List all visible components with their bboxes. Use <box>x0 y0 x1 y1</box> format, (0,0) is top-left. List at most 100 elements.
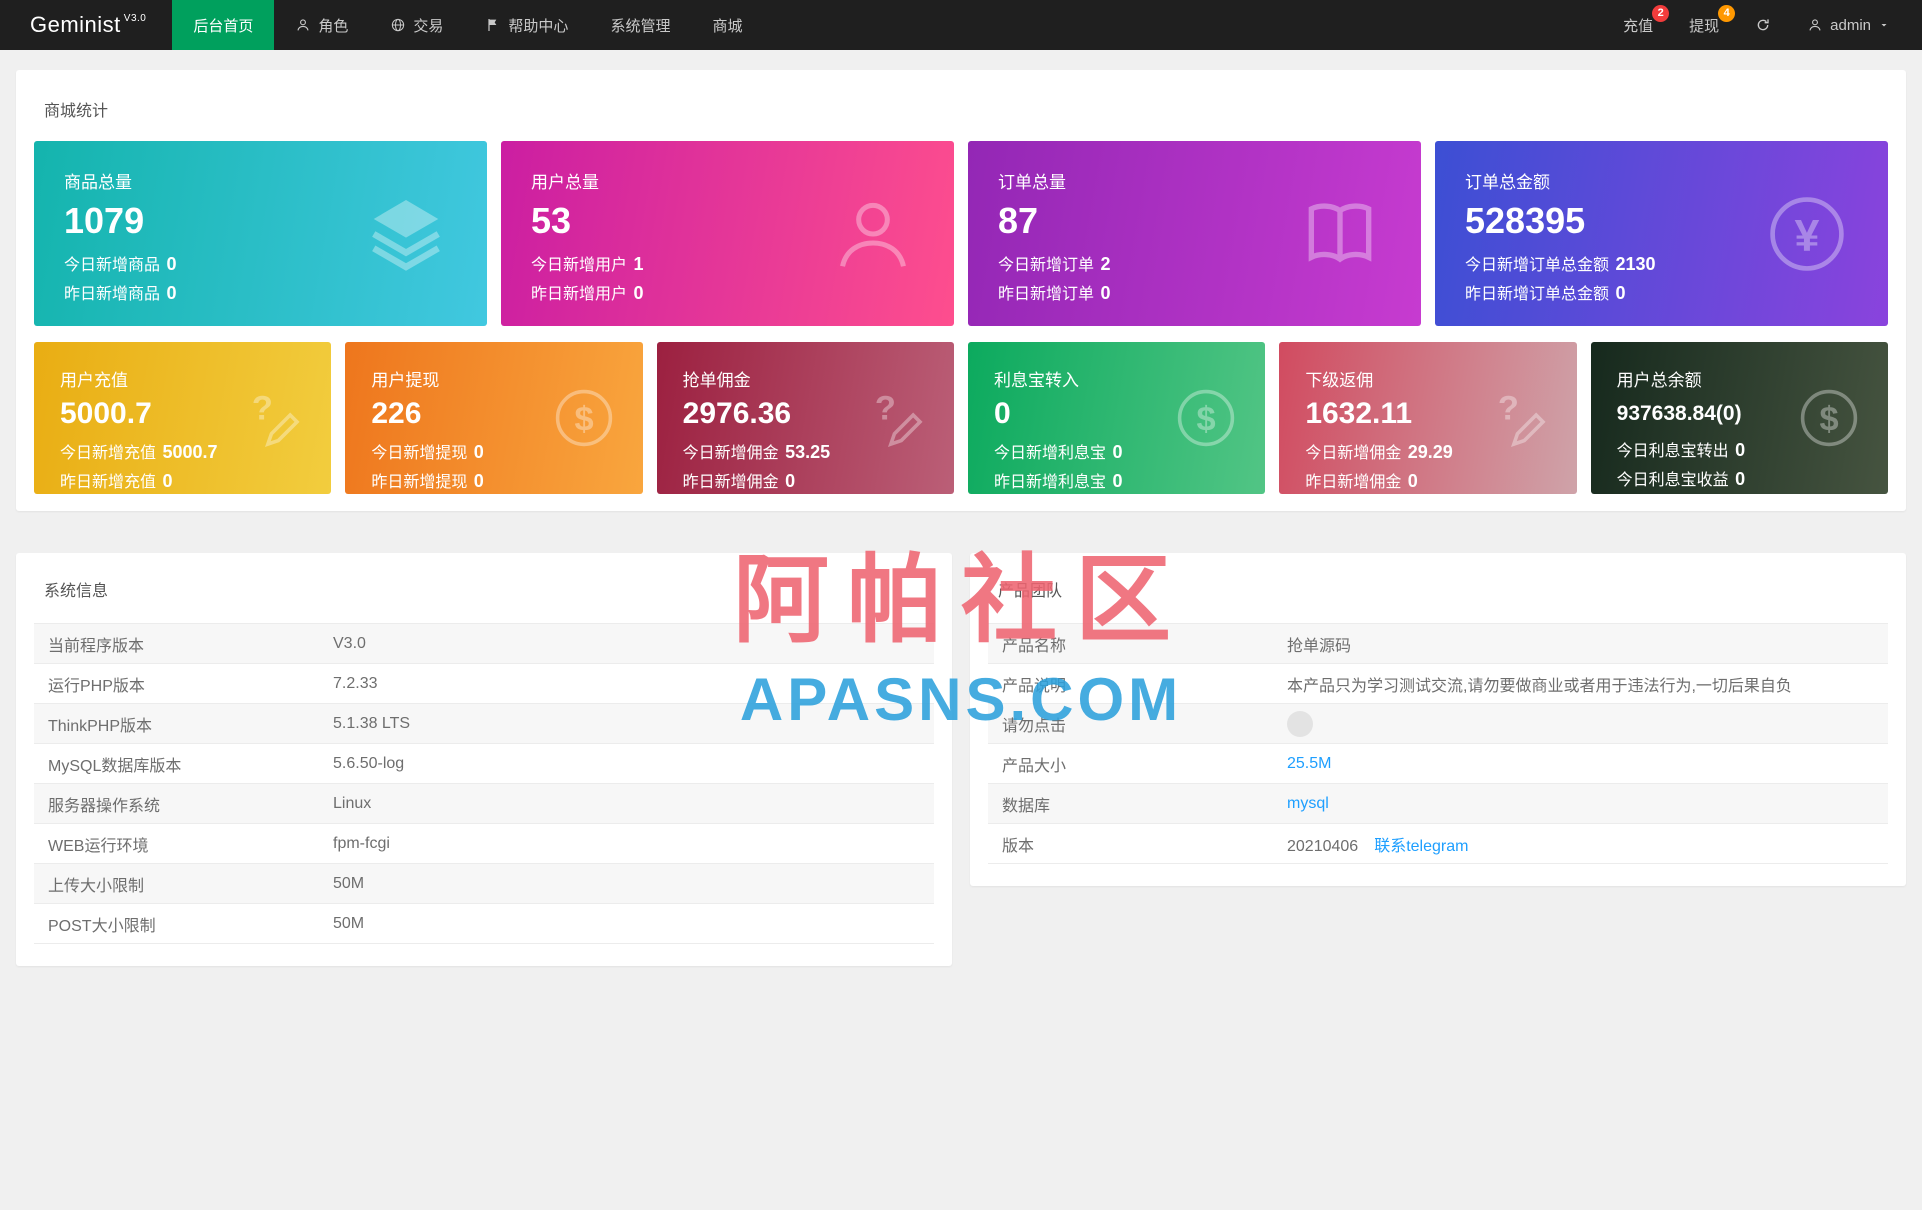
stat-card-user-withdraw: 用户提现 226 今日新增提现 0 昨日新增提现 0 $ <box>345 342 643 494</box>
big-cards-row: 商品总量 1079 今日新增商品 0 昨日新增商品 0 用户总量 53 今日新增用户 1 昨日… <box>34 141 1888 326</box>
row-value: 本产品只为学习测试交流,请勿要做商业或者用于违法行为,一切后果自负 <box>1273 663 1888 704</box>
row-label: 产品大小 <box>988 743 1273 784</box>
row-label: 当前程序版本 <box>34 623 319 664</box>
product-team-row: 产品大小 25.5M <box>988 743 1888 784</box>
row-label: MySQL数据库版本 <box>34 743 319 784</box>
row-label: ThinkPHP版本 <box>34 703 319 744</box>
row-value: 50M <box>319 863 934 904</box>
stat-card-sub-rebate: 下级返佣 1632.11 今日新增佣金 29.29 昨日新增佣金 0? <box>1279 342 1577 494</box>
telegram-link[interactable]: 联系telegram <box>1374 838 1468 855</box>
stat-card-amount-total: 订单总金额 528395 今日新增订单总金额 2130 昨日新增订单总金额 0 ¥ <box>1435 141 1888 326</box>
stat-card-title: 订单总金额 <box>1465 173 1550 192</box>
row-value: 50M <box>319 903 934 944</box>
row-value-text: fpm-fcgi <box>333 834 390 852</box>
product-team-row: 版本 20210406 联系telegram <box>988 823 1888 864</box>
book-icon <box>1297 191 1383 277</box>
system-info-row: 上传大小限制 50M <box>34 863 934 904</box>
nav-item-label: 帮助中心 <box>508 17 569 35</box>
refresh-button[interactable] <box>1737 0 1789 50</box>
nav-item-trade[interactable]: 交易 <box>369 0 464 50</box>
bottom-section: 系统信息 当前程序版本 V3.0 运行PHP版本 7.2.33 ThinkPHP版本 5.… <box>16 553 1906 966</box>
row-value: 25.5M <box>1273 743 1888 784</box>
row-value: 5.6.50-log <box>319 743 934 784</box>
value-link[interactable]: mysql <box>1287 795 1329 812</box>
nav-item-mall[interactable]: 商城 <box>691 0 763 50</box>
row-value-text: Linux <box>333 794 372 812</box>
product-team-panel: 产品团队 产品名称 抢单源码 产品说明 本产品只为学习测试交流,请勿要做商业或者用于违… <box>970 553 1906 886</box>
edit-question-icon: ? <box>239 385 305 451</box>
nav-item-label: 交易 <box>413 17 444 35</box>
nav-item-label: 后台首页 <box>193 17 254 35</box>
nav-item-home[interactable]: 后台首页 <box>172 0 275 50</box>
stats-panel: 商城统计 商品总量 1079 今日新增商品 0 昨日新增商品 0 用户总量 53 今日新增用… <box>16 70 1906 511</box>
refresh-icon <box>1755 17 1771 33</box>
nav-item-help[interactable]: 帮助中心 <box>464 0 589 50</box>
user-name: admin <box>1830 16 1871 34</box>
system-info-title: 系统信息 <box>44 583 109 600</box>
recharge-button[interactable]: 充值 2 <box>1605 0 1671 50</box>
stat-card-grab-commission: 抢单佣金 2976.36 今日新增佣金 53.25 昨日新增佣金 0? <box>656 342 954 494</box>
svg-text:?: ? <box>1498 389 1519 427</box>
dollar-circle-icon: $ <box>1796 385 1862 451</box>
row-label: 请勿点击 <box>988 703 1273 744</box>
value-link[interactable]: 25.5M <box>1287 755 1331 772</box>
row-value: 7.2.33 <box>319 663 934 704</box>
row-value: Linux <box>319 783 934 824</box>
stat-card-line: 昨日新增提现 0 <box>371 471 484 491</box>
withdraw-badge: 4 <box>1718 5 1736 22</box>
system-info-panel: 系统信息 当前程序版本 V3.0 运行PHP版本 7.2.33 ThinkPHP版本 5.… <box>16 553 952 966</box>
row-value <box>1273 703 1888 744</box>
system-info-row: 服务器操作系统 Linux <box>34 783 934 824</box>
row-label: 数据库 <box>988 783 1273 824</box>
stats-title: 商城统计 <box>44 103 109 120</box>
person-icon <box>295 17 311 33</box>
product-team-row: 数据库 mysql <box>988 783 1888 824</box>
stat-card-user-recharge: 用户充值 5000.7 今日新增充值 5000.7 昨日新增充值 0? <box>34 342 332 494</box>
product-team-row: 请勿点击 <box>988 703 1888 744</box>
product-team-table: 产品名称 抢单源码 产品说明 本产品只为学习测试交流,请勿要做商业或者用于违法行为,一… <box>988 623 1888 864</box>
brand-logo[interactable]: Geminist V3.0 <box>0 0 172 50</box>
row-value: mysql <box>1273 783 1888 824</box>
brand-version: V3.0 <box>123 12 147 24</box>
row-value: 5.1.38 LTS <box>319 703 934 744</box>
svg-text:$: $ <box>1197 401 1216 439</box>
brand-name: Geminist <box>30 12 121 37</box>
small-cards-row: 用户充值 5000.7 今日新增充值 5000.7 昨日新增充值 0? 用户提现 226 今… <box>34 342 1888 494</box>
nav-item-role[interactable]: 角色 <box>274 0 369 50</box>
do-not-click-icon <box>1287 710 1313 737</box>
user-icon <box>1807 17 1823 33</box>
stat-card-orders-total: 订单总量 87 今日新增订单 2 昨日新增订单 0 <box>968 141 1421 326</box>
row-label: 产品名称 <box>988 623 1273 664</box>
nav-menu: 后台首页 角色 交易 帮助中心 系统管理 商城 <box>172 0 763 50</box>
product-team-row: 产品名称 抢单源码 <box>988 623 1888 664</box>
svg-text:?: ? <box>875 389 896 427</box>
top-navbar: Geminist V3.0 后台首页 角色 交易 帮助中心 系统管理 商城 充值 2 提现 … <box>0 0 1922 50</box>
row-label: 产品说明 <box>988 663 1273 704</box>
stat-card-line: 昨日新增佣金 0 <box>1305 471 1418 491</box>
yen-circle-icon: ¥ <box>1764 191 1850 277</box>
stat-card-line: 昨日新增订单 0 <box>998 283 1111 303</box>
stat-card-line: 昨日新增订单总金额 0 <box>1465 283 1626 303</box>
svg-text:$: $ <box>1819 401 1838 439</box>
edit-question-icon: ? <box>862 385 928 451</box>
system-info-table: 当前程序版本 V3.0 运行PHP版本 7.2.33 ThinkPHP版本 5.1.38 … <box>34 623 934 944</box>
withdraw-button[interactable]: 提现 4 <box>1671 0 1737 50</box>
system-info-row: MySQL数据库版本 5.6.50-log <box>34 743 934 784</box>
system-info-row: 当前程序版本 V3.0 <box>34 623 934 664</box>
product-team-title: 产品团队 <box>998 583 1063 600</box>
row-value-text: 20210406 <box>1287 837 1359 855</box>
stat-card-line: 昨日新增利息宝 0 <box>993 471 1123 491</box>
stat-card-title: 商品总量 <box>64 173 132 192</box>
row-value-text: V3.0 <box>333 634 366 652</box>
user-menu[interactable]: admin <box>1789 0 1908 50</box>
globe-icon <box>390 17 406 33</box>
stat-card-line: 昨日新增充值 0 <box>60 471 173 491</box>
nav-item-system[interactable]: 系统管理 <box>589 0 691 50</box>
row-value-text: 5.1.38 LTS <box>333 714 411 732</box>
stat-card-line: 昨日新增佣金 0 <box>682 471 796 491</box>
row-label: 版本 <box>988 823 1273 864</box>
row-label: 运行PHP版本 <box>34 663 319 704</box>
stat-card-interest-in: 利息宝转入 0 今日新增利息宝 0 昨日新增利息宝 0 $ <box>967 342 1266 494</box>
system-info-row: 运行PHP版本 7.2.33 <box>34 663 934 704</box>
stat-card-users-total: 用户总量 53 今日新增用户 1 昨日新增用户 0 <box>501 141 954 326</box>
